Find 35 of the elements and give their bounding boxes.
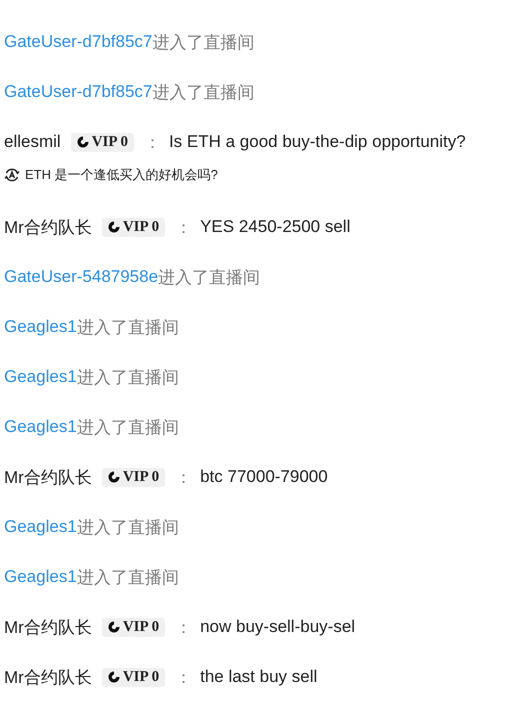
username[interactable]: Mr合约队长 <box>4 666 92 688</box>
crescent-icon <box>76 136 89 148</box>
separator: ： <box>175 466 192 488</box>
crescent-icon <box>108 221 120 233</box>
crescent-icon <box>108 621 120 633</box>
separator: ： <box>144 132 161 154</box>
vip-badge: VIP 0 <box>102 468 166 486</box>
username[interactable]: Mr合约队长 <box>4 216 92 238</box>
join-notice: GateUser-5487958e进入了直播间 <box>4 266 262 288</box>
join-notice: GateUser-d7bf85c7进入了直播间 <box>4 31 256 54</box>
username[interactable]: ellesmil <box>4 132 61 152</box>
join-notice: Geagles1进入了直播间 <box>4 316 180 338</box>
username[interactable]: Mr合约队长 <box>4 616 92 638</box>
vip-badge: VIP 0 <box>102 218 166 236</box>
crescent-icon <box>108 671 120 683</box>
message-text: the last buy sell <box>200 667 318 687</box>
separator: ： <box>175 666 192 688</box>
translate-icon[interactable] <box>4 167 20 183</box>
message-text: Is ETH a good buy-the-dip opportunity? <box>168 132 466 152</box>
join-notice: Geagles1进入了直播间 <box>4 566 180 588</box>
crescent-icon <box>108 471 120 483</box>
join-notice: GateUser-d7bf85c7进入了直播间 <box>4 81 256 104</box>
username[interactable]: Mr合约队长 <box>4 466 92 488</box>
join-notice: Geagles1进入了直播间 <box>4 516 180 538</box>
message-text: btc 77000-79000 <box>200 467 328 487</box>
separator: ： <box>175 616 192 638</box>
vip-badge: VIP 0 <box>70 132 134 152</box>
message-text: YES 2450-2500 sell <box>200 217 350 237</box>
translation-text: ETH 是一个逢低买入的好机会吗? <box>25 166 218 184</box>
join-notice: Geagles1进入了直播间 <box>4 416 180 438</box>
vip-badge: VIP 0 <box>102 668 166 686</box>
separator: ： <box>175 216 192 238</box>
join-notice: Geagles1进入了直播间 <box>4 366 180 388</box>
message-text: now buy-sell-buy-sel <box>200 617 356 637</box>
vip-badge: VIP 0 <box>102 618 166 636</box>
